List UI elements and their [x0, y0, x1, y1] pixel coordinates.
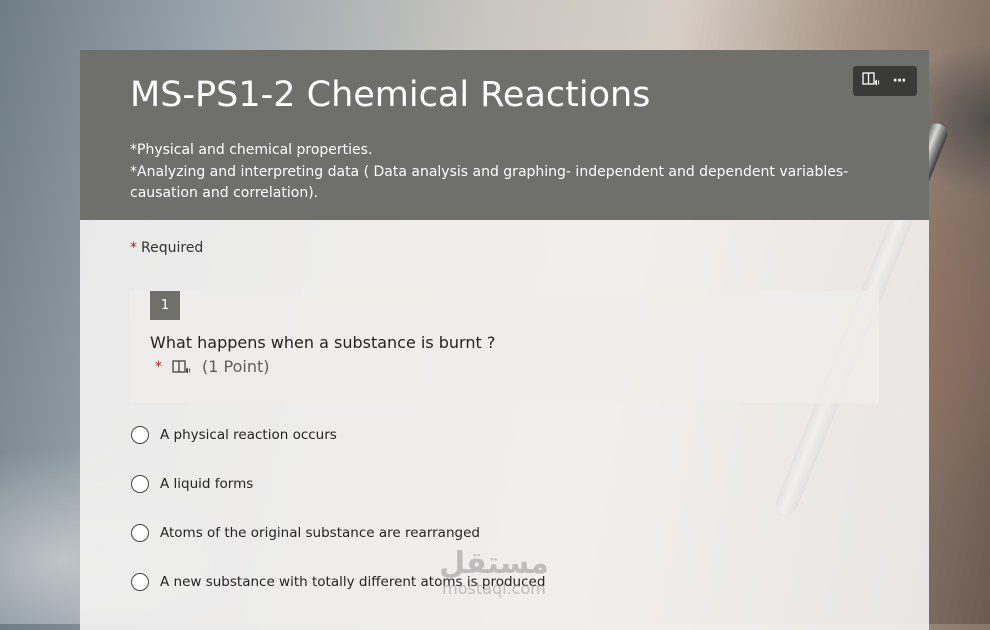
option-3[interactable]: Atoms of the original substance are rear…: [131, 521, 480, 545]
question-required-star: *: [155, 358, 162, 375]
form-container: MS-PS1-2 Chemical Reactions *Physical an…: [80, 50, 929, 630]
option-2[interactable]: A liquid forms: [131, 472, 253, 496]
option-1-radio[interactable]: [131, 426, 149, 444]
option-4[interactable]: A new substance with totally different a…: [131, 570, 545, 594]
immersive-reader-icon: [862, 71, 880, 91]
required-note: * Required: [130, 240, 203, 256]
immersive-reader-button[interactable]: [859, 70, 883, 92]
more-options-button[interactable]: ···: [887, 70, 911, 92]
question-points: (1 Point): [202, 357, 270, 376]
form-title: MS-PS1-2 Chemical Reactions: [130, 75, 651, 115]
form-header: MS-PS1-2 Chemical Reactions *Physical an…: [80, 50, 929, 220]
option-1[interactable]: A physical reaction occurs: [131, 423, 337, 447]
option-2-radio[interactable]: [131, 475, 149, 493]
question-number: 1: [150, 291, 180, 320]
question-meta: * (1 Point): [155, 357, 269, 376]
question-text: What happens when a substance is burnt ?: [150, 333, 496, 352]
option-1-label: A physical reaction occurs: [160, 427, 337, 443]
more-options-icon: ···: [892, 73, 907, 89]
description-line-1: *Physical and chemical properties.: [130, 142, 373, 158]
description-line-2: *Analyzing and interpreting data ( Data …: [130, 163, 849, 202]
option-4-label: A new substance with totally different a…: [160, 574, 546, 590]
option-3-label: Atoms of the original substance are rear…: [160, 525, 480, 541]
header-toolbar: ···: [853, 66, 917, 96]
option-4-radio[interactable]: [131, 573, 149, 591]
required-label: Required: [141, 240, 204, 256]
option-2-label: A liquid forms: [160, 476, 254, 492]
question-card: 1 What happens when a substance is burnt…: [130, 291, 879, 403]
form-description: *Physical and chemical properties. *Anal…: [130, 140, 910, 205]
option-3-radio[interactable]: [131, 524, 149, 542]
required-star: *: [130, 240, 137, 256]
question-immersive-reader-icon[interactable]: [172, 359, 192, 375]
